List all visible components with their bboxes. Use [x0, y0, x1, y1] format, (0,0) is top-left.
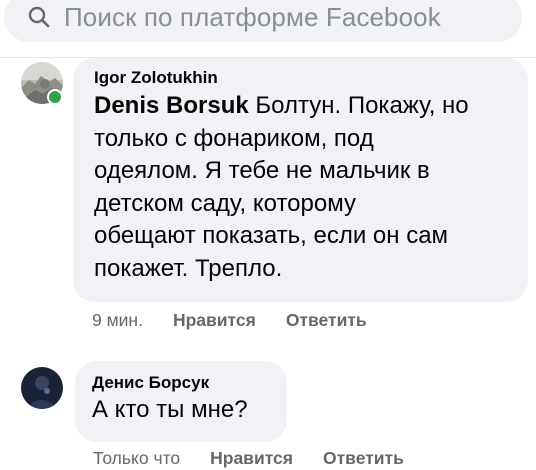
like-button[interactable]: Нравится [210, 448, 293, 469]
comment-text: А кто ты мне? [92, 396, 248, 423]
search-placeholder: Поиск по платформе Facebook [64, 1, 441, 32]
comment-timestamp[interactable]: Только что [93, 448, 180, 469]
like-button[interactable]: Нравится [173, 310, 256, 331]
comment-timestamp[interactable]: 9 мин. [92, 310, 143, 331]
comment-text: Denis Borsuk Болтун. Покажу, но только с… [94, 92, 469, 282]
search-icon [28, 6, 50, 28]
comment-bubble: Igor Zolotukhin Denis Borsuk Болтун. Пок… [73, 58, 528, 302]
mention[interactable]: Denis Borsuk [94, 92, 249, 119]
comment-author[interactable]: Igor Zolotukhin [94, 68, 510, 88]
comment-author[interactable]: Денис Борсук [92, 373, 269, 393]
online-status-dot [47, 89, 63, 105]
avatar[interactable] [21, 367, 63, 409]
comment-actions: Только что Нравится Ответить [93, 448, 404, 469]
reply-button[interactable]: Ответить [286, 310, 367, 331]
comment-actions: 9 мин. Нравится Ответить [92, 310, 367, 331]
reply-button[interactable]: Ответить [323, 448, 404, 469]
comment-bubble: Денис Борсук А кто ты мне? [75, 361, 287, 442]
search-bar[interactable]: Поиск по платформе Facebook [4, 0, 522, 42]
